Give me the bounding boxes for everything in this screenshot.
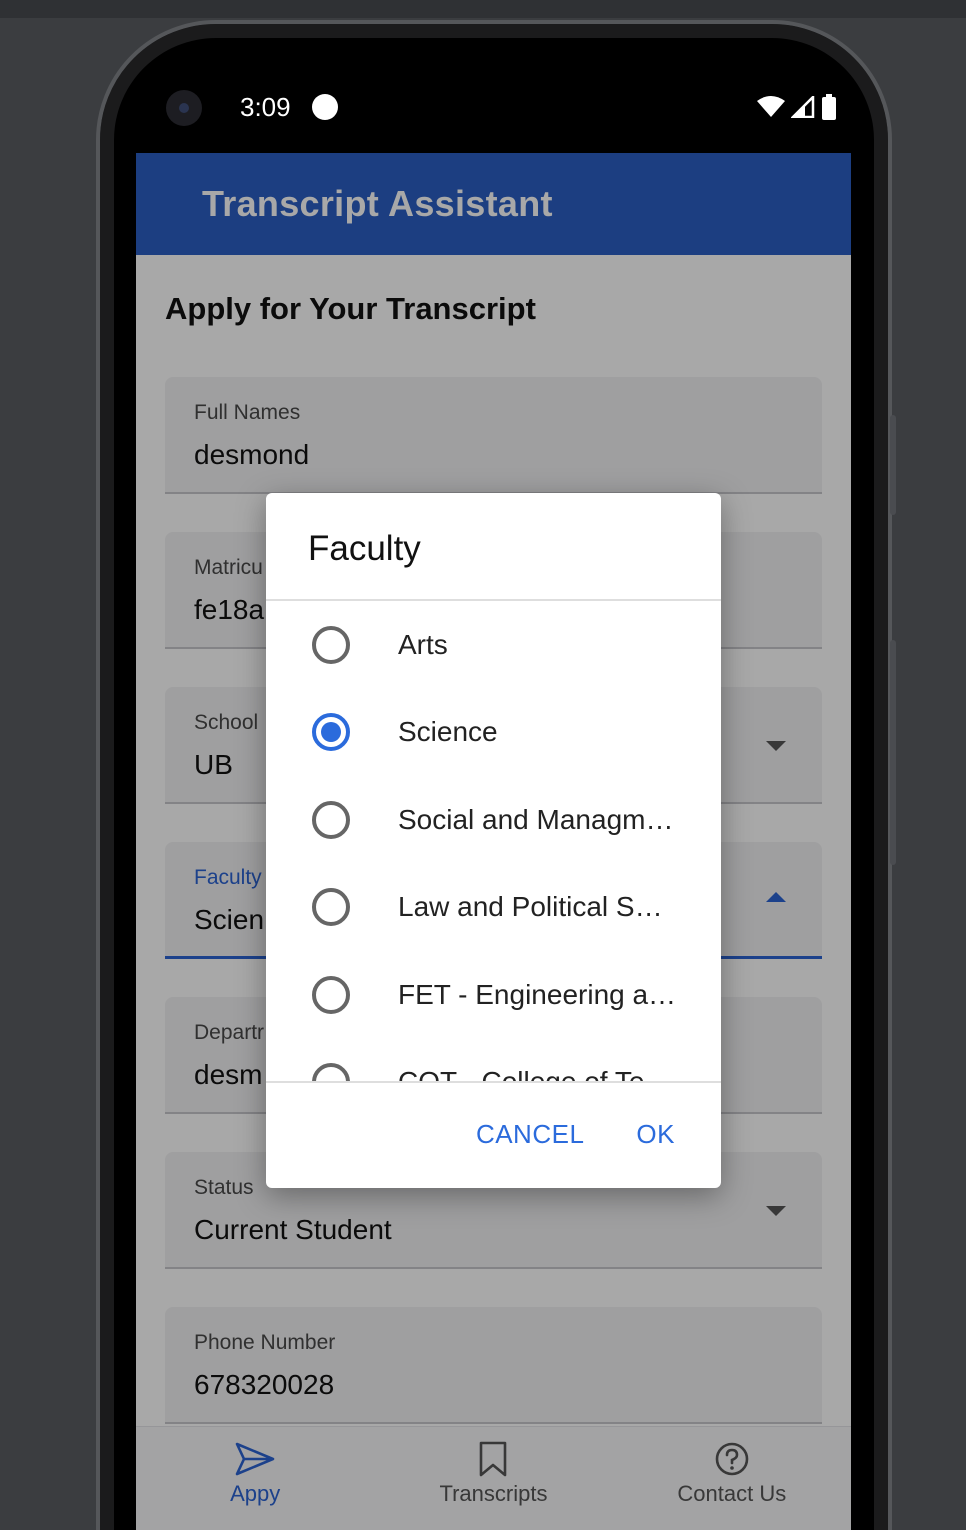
option-label: Social and Managm… — [398, 803, 674, 835]
camera-icon — [166, 90, 202, 126]
radio-checked-icon[interactable] — [312, 713, 350, 752]
faculty-dialog: Faculty Arts Science Social and Managm… … — [266, 493, 721, 1188]
radio-unchecked-icon[interactable] — [312, 888, 350, 927]
dialog-actions: CANCEL OK — [266, 1083, 721, 1186]
power-button — [890, 415, 896, 515]
host-toolbar-strip — [0, 0, 966, 18]
radio-unchecked-icon[interactable] — [312, 625, 350, 664]
option-label: COT - College of Te… — [398, 1066, 673, 1083]
radio-unchecked-icon[interactable] — [312, 800, 350, 839]
faculty-option-arts[interactable]: Arts — [266, 601, 721, 689]
battery-icon — [822, 94, 836, 120]
option-label: Arts — [398, 628, 448, 660]
radio-unchecked-icon[interactable] — [312, 1063, 350, 1081]
dialog-title: Faculty — [266, 493, 721, 601]
faculty-option-science[interactable]: Science — [266, 689, 721, 777]
faculty-option-social[interactable]: Social and Managm… — [266, 776, 721, 864]
cancel-button[interactable]: CANCEL — [476, 1119, 584, 1150]
option-label: FET - Engineering a… — [398, 978, 677, 1010]
option-label: Science — [398, 716, 498, 748]
volume-button — [890, 640, 896, 865]
faculty-options-list[interactable]: Arts Science Social and Managm… Law and … — [266, 601, 721, 1083]
signal-icon — [791, 96, 815, 118]
faculty-option-fet[interactable]: FET - Engineering a… — [266, 951, 721, 1039]
ok-button[interactable]: OK — [636, 1119, 675, 1150]
faculty-option-law[interactable]: Law and Political S… — [266, 864, 721, 952]
faculty-option-cot[interactable]: COT - College of Te… — [266, 1039, 721, 1083]
status-time: 3:09 — [240, 92, 291, 122]
status-icons — [757, 94, 837, 120]
wifi-icon — [757, 96, 785, 117]
radio-unchecked-icon[interactable] — [312, 975, 350, 1014]
status-bar: 3:09 — [136, 80, 851, 140]
option-label: Law and Political S… — [398, 891, 663, 923]
notification-icon — [312, 94, 338, 120]
